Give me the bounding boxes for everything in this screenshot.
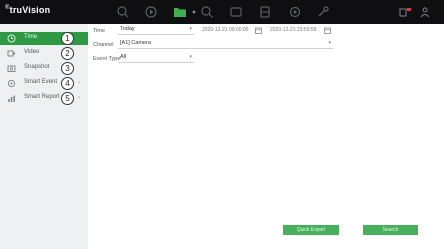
- start-time-field[interactable]: 2020-12-21 00:00:00: [202, 27, 248, 33]
- report-icon: [7, 94, 16, 103]
- sidebar-item-smart-report[interactable]: Smart Report 5 ›: [0, 92, 88, 105]
- calendar-icon[interactable]: [255, 27, 262, 34]
- storage-icon[interactable]: [258, 5, 272, 19]
- playback-icon[interactable]: [144, 5, 158, 19]
- folder-icon[interactable]: [173, 5, 187, 19]
- sidebar-item-label: Video: [24, 49, 40, 55]
- app-logo: ®truVision: [5, 5, 51, 15]
- search-icon[interactable]: [200, 5, 214, 19]
- channel-dropdown[interactable]: [A1] Camera ▾: [118, 39, 333, 49]
- event-type-value: All: [120, 54, 127, 60]
- alarm-icon[interactable]: [398, 5, 412, 19]
- chevron-right-icon: ›: [78, 80, 80, 86]
- time-value: Today: [120, 26, 135, 32]
- step-number-badge: 4: [61, 77, 74, 90]
- sidebar-item-video[interactable]: Video 2: [0, 47, 88, 60]
- calendar-icon[interactable]: [324, 27, 331, 34]
- channel-value: [A1] Camera: [120, 40, 151, 46]
- step-number-badge: 3: [61, 62, 74, 75]
- live-view-icon[interactable]: [116, 5, 130, 19]
- search-button[interactable]: Search: [363, 225, 418, 235]
- step-number-badge: 2: [61, 47, 74, 60]
- event-type-dropdown[interactable]: All ▾: [118, 53, 194, 63]
- chevron-down-icon: ▾: [328, 40, 331, 46]
- step-number-badge: 1: [61, 32, 74, 45]
- channel-label: Channel: [93, 42, 114, 48]
- top-bar: ®truVision: [0, 0, 444, 24]
- user-icon[interactable]: [418, 5, 432, 19]
- video-icon: [7, 49, 16, 58]
- end-time-field[interactable]: 2020-12-21 23:59:59: [270, 27, 316, 33]
- sidebar-item-time[interactable]: Time 1: [0, 32, 88, 45]
- sidebar-item-label: Smart Report: [24, 94, 60, 100]
- chevron-down-icon: ▾: [189, 54, 192, 60]
- chevron-down-icon: ▾: [189, 26, 192, 32]
- snapshot-icon: [7, 64, 16, 73]
- dot-icon: [191, 9, 197, 15]
- event-type-label: Event Type: [93, 56, 121, 62]
- tools-icon[interactable]: [316, 5, 330, 19]
- time-label: Time: [93, 28, 106, 34]
- sidebar-item-label: Time: [24, 34, 38, 40]
- smart-event-icon: [7, 79, 16, 88]
- step-number-badge: 5: [61, 92, 74, 105]
- sidebar-item-smart-event[interactable]: Smart Event 4 ›: [0, 77, 88, 90]
- sidebar-item-snapshot[interactable]: Snapshot 3: [0, 62, 88, 75]
- sidebar: Time 1 Video 2 Snapshot 3 Smart Event 4 …: [0, 24, 88, 249]
- sidebar-item-label: Smart Event: [24, 79, 58, 85]
- display-icon[interactable]: [229, 5, 243, 19]
- sidebar-item-label: Snapshot: [24, 64, 50, 70]
- settings-icon[interactable]: [288, 5, 302, 19]
- chevron-right-icon: ›: [78, 95, 80, 101]
- time-dropdown[interactable]: Today ▾: [118, 25, 194, 35]
- quick-export-button[interactable]: Quick Export: [283, 225, 339, 235]
- clock-icon: [7, 34, 16, 43]
